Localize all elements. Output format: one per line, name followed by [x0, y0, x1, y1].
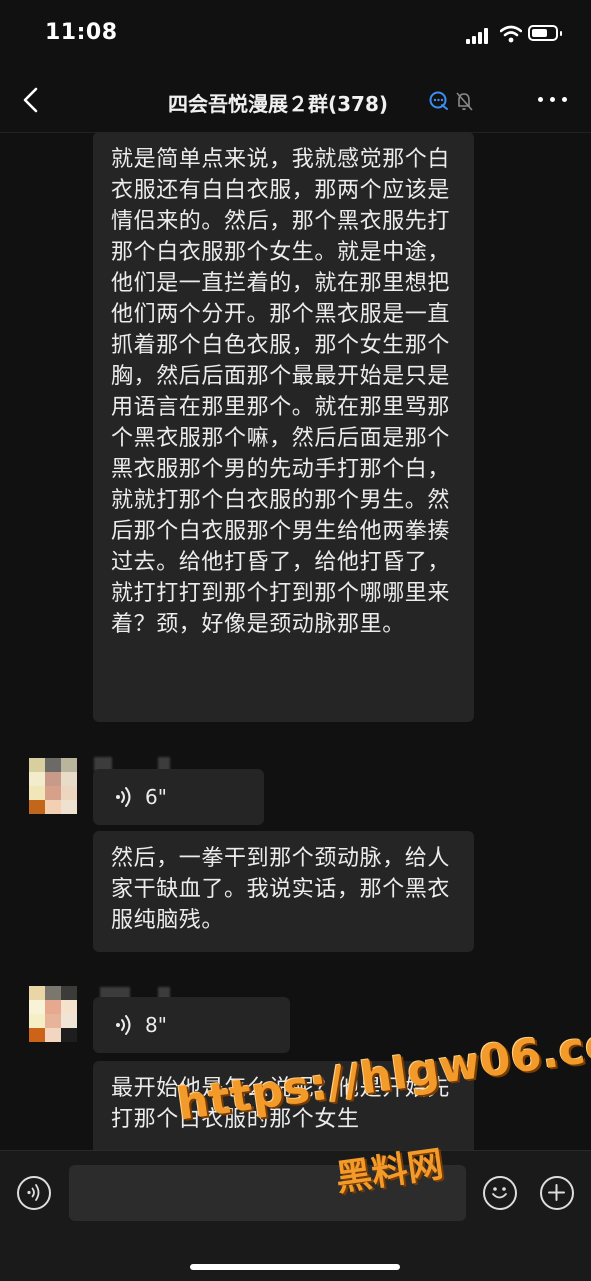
group-status-icons [429, 91, 473, 111]
input-bar [0, 1150, 591, 1281]
chat-bubble-icon [429, 91, 448, 110]
avatar[interactable] [29, 758, 77, 814]
emoji-button[interactable] [483, 1176, 517, 1210]
status-time: 11:08 [45, 20, 118, 45]
more-options-icon[interactable] [538, 97, 568, 105]
message-bubble-text[interactable]: 就是简单点来说，我就感觉那个白衣服还有白白衣服，那两个应该是情侣来的。然后，那个… [93, 132, 474, 722]
mute-bell-icon [456, 92, 473, 111]
avatar[interactable] [29, 986, 77, 1042]
more-actions-button[interactable] [540, 1176, 574, 1210]
voice-wave-icon [27, 1184, 40, 1201]
plus-icon [548, 1184, 565, 1201]
wifi-icon [500, 25, 522, 43]
message-text: 然后，一拳干到那个颈动脉，给人家干缺血了。我说实话，那个黑衣服纯脑残。 [111, 846, 451, 933]
voice-message-bubble[interactable]: 8" [93, 997, 290, 1053]
status-bar: 11:08 [0, 0, 591, 70]
message-bubble-text[interactable]: 然后，一拳干到那个颈动脉，给人家干缺血了。我说实话，那个黑衣服纯脑残。 [93, 831, 474, 952]
voice-message-bubble[interactable]: 6" [93, 769, 264, 825]
voice-wave-icon [116, 787, 131, 807]
back-arrow-icon[interactable] [20, 86, 44, 114]
message-text: 就是简单点来说，我就感觉那个白衣服还有白白衣服，那两个应该是情侣来的。然后，那个… [111, 147, 451, 637]
voice-duration: 6" [145, 785, 167, 809]
voice-duration: 8" [145, 1013, 167, 1037]
battery-icon [528, 25, 558, 41]
chat-header: 四会吾悦漫展２群(378) [0, 70, 591, 133]
voice-input-button[interactable] [17, 1176, 51, 1210]
cellular-signal-icon [466, 28, 490, 44]
home-indicator [190, 1264, 400, 1270]
voice-wave-icon [116, 1015, 131, 1035]
battery-tip [560, 31, 562, 36]
smiley-icon [492, 1187, 507, 1199]
group-title: 四会吾悦漫展２群(378) [168, 92, 389, 116]
